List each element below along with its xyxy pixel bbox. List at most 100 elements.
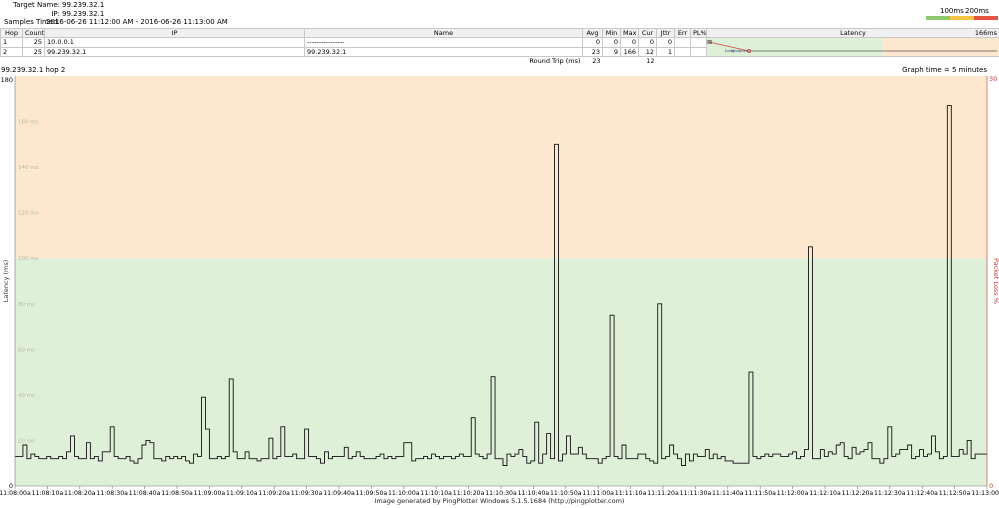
round-trip-cur: 12 (646, 57, 655, 65)
col-cur[interactable]: Cur (638, 28, 657, 38)
latency-chart: 0 20 ms 40 ms 60 ms 80 ms 100 ms 120 ms 140 ms 1… (0, 75, 999, 496)
x-tick-label: 11:09:40a (323, 490, 355, 496)
x-tick-label: 11:09:20a (258, 490, 290, 496)
x-tick-label: 11:10:50a (550, 490, 582, 496)
target-name-value: 99.239.32.1 (62, 1, 105, 9)
x-tick-label: 11:09:10a (226, 490, 258, 496)
legend-200-label: 200ms (965, 7, 989, 15)
err-cell (674, 37, 691, 48)
x-tick-label: 11:08:30a (96, 490, 128, 496)
x-tick-label: 11:11:30a (680, 490, 712, 496)
x-tick-label: 11:10:10a (420, 490, 452, 496)
max-cell: 0 (620, 37, 639, 48)
col-min[interactable]: Min (602, 28, 621, 38)
ip-value: 99.239.32.1 (62, 10, 105, 18)
err-cell (674, 46, 691, 57)
max-cell: 166 (620, 46, 639, 57)
jttr-cell: 0 (656, 37, 675, 48)
name-cell: ---------------- (304, 37, 583, 48)
legend-100-label: 100ms (940, 7, 964, 15)
samples-value: 2016-06-26 11:12:00 AM - 2016-06-26 11:1… (46, 18, 228, 26)
y2-tick-label: 0 (989, 482, 993, 490)
ip-cell: 10.0.0.1 (44, 37, 305, 48)
x-tick-label: 11:12:30a (874, 490, 906, 496)
y-tick-label: 100 ms (18, 256, 39, 262)
x-tick-label: 11:10:00a (388, 490, 420, 496)
x-tick-label: 11:12:00a (777, 490, 809, 496)
x-tick-label: 11:11:10a (615, 490, 647, 496)
col-pl[interactable]: PL% (690, 28, 707, 38)
y2-tick-label: 30 (989, 75, 997, 83)
hop2-marker: ⊢×⊣ (725, 48, 740, 55)
x-tick-label: 11:12:20a (842, 490, 874, 496)
col-latency[interactable]: Latency 166ms (706, 28, 999, 38)
y-tick-label: 120 ms (18, 211, 39, 217)
pl-cell (690, 46, 707, 57)
y-tick-label: 0 (9, 482, 13, 490)
legend-yellow-bar (950, 16, 974, 20)
jttr-cell: 1 (656, 46, 675, 57)
y-tick-label: 140 ms (18, 165, 39, 171)
avg-cell: 23 (582, 46, 603, 57)
count-cell: 25 (22, 46, 45, 57)
y2-axis-title: Packet Loss % (992, 258, 999, 304)
x-tick-label: 11:11:50a (744, 490, 776, 496)
x-tick-label: 11:12:40a (906, 490, 938, 496)
min-cell: 9 (602, 46, 621, 57)
legend-red-bar (974, 16, 998, 20)
x-tick-label: 11:08:40a (129, 490, 161, 496)
min-cell: 0 (602, 37, 621, 48)
x-tick-label: 11:13:00a (971, 490, 999, 496)
col-ip[interactable]: IP (44, 28, 305, 38)
y-axis-title: Latency (ms) (2, 260, 10, 303)
y-tick-label: 40 ms (18, 393, 35, 399)
hop-cell: 1 (0, 37, 23, 48)
col-count[interactable]: Count (22, 28, 45, 38)
x-tick-label: 11:11:20a (647, 490, 679, 496)
y-tick-label: 180 (1, 76, 13, 84)
col-err[interactable]: Err (674, 28, 691, 38)
latency-mini-graph-svg: ⊠ ⊢×⊣ (708, 39, 997, 55)
col-hop[interactable]: Hop (0, 28, 23, 38)
ip-cell: 99.239.32.1 (44, 46, 305, 57)
pl-cell (690, 37, 707, 48)
x-tick-label: 11:08:20a (64, 490, 96, 496)
col-jttr[interactable]: Jttr (656, 28, 675, 38)
y-tick-label: 20 ms (18, 438, 35, 444)
x-tick-label: 11:10:20a (453, 490, 485, 496)
x-tick-label: 11:12:10a (809, 490, 841, 496)
latency-band-1 (15, 76, 987, 259)
col-avg[interactable]: Avg (582, 28, 603, 38)
x-tick-label: 11:09:00a (194, 490, 226, 496)
hop-table: Hop Count IP Name Avg Min Max Cur Jttr E… (0, 28, 999, 65)
legend-green-bar (926, 16, 950, 20)
x-tick-label: 11:11:00a (582, 490, 614, 496)
x-tick-label: 11:08:50a (161, 490, 193, 496)
x-tick-label: 11:10:30a (485, 490, 517, 496)
latency-band-0 (15, 258, 987, 486)
col-name[interactable]: Name (304, 28, 583, 38)
x-tick-label: 11:10:40a (518, 490, 550, 496)
y-tick-label: 60 ms (18, 347, 35, 353)
x-tick-label: 11:11:40a (712, 490, 744, 496)
cur-cell: 0 (638, 37, 657, 48)
x-tick-label: 11:09:50a (356, 490, 388, 496)
count-cell: 25 (22, 37, 45, 48)
x-tick-label: 11:08:10a (32, 490, 64, 496)
round-trip-avg: 23 (592, 57, 601, 65)
round-trip-row: Round Trip (ms) 23 12 (1, 57, 999, 66)
table-row[interactable]: 1 25 10.0.0.1 ---------------- 0 0 0 0 0… (0, 37, 999, 57)
ip-label: IP: (51, 10, 60, 18)
cur-cell: 12 (638, 46, 657, 57)
latency-mini-graph: ⊠ ⊢×⊣ (706, 37, 999, 57)
y-tick-label: 160 ms (18, 120, 39, 126)
target-name-label: Target Name: (13, 1, 60, 9)
col-max[interactable]: Max (620, 28, 639, 38)
x-tick-label: 11:12:50a (939, 490, 971, 496)
x-tick-label: 11:08:00a (0, 490, 31, 496)
round-trip-label: Round Trip (ms) (529, 57, 581, 65)
avg-cell: 0 (582, 37, 603, 48)
table-header-row: Hop Count IP Name Avg Min Max Cur Jttr E… (0, 28, 999, 38)
col-latency-label: Latency (840, 29, 866, 37)
latency-max-label: 166ms (974, 29, 997, 37)
